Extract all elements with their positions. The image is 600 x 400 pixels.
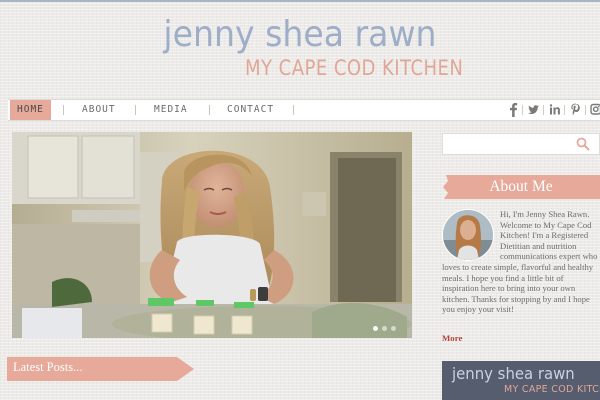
hero-slideshow[interactable] [12, 132, 412, 338]
search-input[interactable] [442, 133, 600, 155]
slide-dot[interactable] [373, 326, 378, 331]
sidebar-badge[interactable]: jenny shea rawn MY CAPE COD KITCHEN [442, 361, 600, 400]
badge-title: jenny shea rawn [452, 364, 575, 383]
more-link[interactable]: More [442, 333, 462, 343]
slide-dot[interactable] [382, 326, 387, 331]
nav-divider [135, 105, 136, 115]
social-divider [543, 105, 544, 115]
instagram-icon[interactable] [589, 101, 600, 118]
slide-dot[interactable] [391, 326, 396, 331]
social-divider [522, 105, 523, 115]
site-title[interactable]: jenny shea rawn [24, 14, 576, 55]
nav-item-contact[interactable]: CONTACT [227, 100, 274, 120]
badge-subtitle: MY CAPE COD KITCHEN [504, 384, 600, 395]
avatar-spacer [442, 209, 500, 261]
facebook-icon[interactable] [507, 101, 520, 118]
latest-posts-banner: Latest Posts... [7, 357, 194, 381]
social-divider [564, 105, 565, 115]
search-icon[interactable] [576, 137, 590, 151]
nav-divider [63, 105, 64, 115]
nav-divider [293, 105, 294, 115]
about-me-text: Hi, I'm Jenny Shea Rawn. Welcome to My C… [442, 209, 600, 315]
about-me-title: About Me [489, 178, 553, 195]
linkedin-icon[interactable] [548, 101, 561, 118]
top-border [0, 0, 600, 2]
slide-pagination [373, 326, 396, 331]
latest-posts-label: Latest Posts... [13, 360, 83, 374]
twitter-icon[interactable] [527, 101, 540, 118]
nav-item-about[interactable]: ABOUT [82, 100, 116, 120]
pinterest-icon[interactable] [569, 101, 582, 118]
site-subtitle: MY CAPE COD KITCHEN [245, 56, 464, 80]
main-nav: HOME ABOUT MEDIA CONTACT [8, 99, 600, 121]
hero-photo [12, 132, 412, 338]
nav-divider [209, 105, 210, 115]
about-me-banner: About Me [442, 174, 600, 200]
social-divider [585, 105, 586, 115]
nav-item-home[interactable]: HOME [10, 100, 51, 120]
nav-item-media[interactable]: MEDIA [154, 100, 188, 120]
